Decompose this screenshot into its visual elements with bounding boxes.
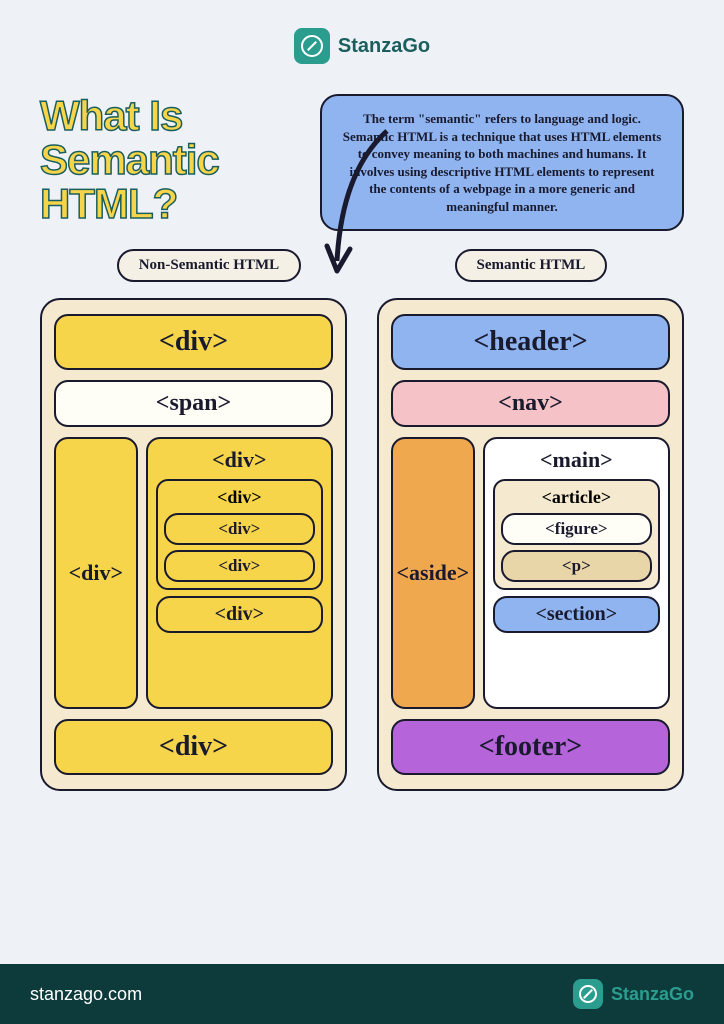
semantic-aside: <aside> [391,437,475,709]
semantic-section: <section> [493,596,660,633]
nonsemantic-div-bottom: <div> [54,719,333,775]
nonsemantic-div-top: <div> [54,314,333,370]
label-semantic: Semantic HTML [455,249,608,282]
footer-brand: StanzaGo [611,984,694,1005]
nonsemantic-group: <div> <div> <div> <div> <div> [146,437,333,709]
nonsemantic-group-title: <div> [156,447,323,473]
semantic-main: <main> <article> <figure> <p> <section> [483,437,670,709]
nonsemantic-inner-div2: <div> [164,550,315,582]
footer-logo: StanzaGo [573,979,694,1009]
logo-icon [294,28,330,64]
semantic-header: <header> [391,314,670,370]
semantic-nav: <nav> [391,380,670,427]
label-nonsemantic: Non-Semantic HTML [117,249,301,282]
semantic-main-title: <main> [493,447,660,473]
nonsemantic-inner-title: <div> [164,487,315,508]
panel-semantic: <header> <nav> <aside> <main> <article> … [377,298,684,791]
nonsemantic-group-bottom: <div> [156,596,323,633]
footer-logo-icon [573,979,603,1009]
nonsemantic-span: <span> [54,380,333,427]
semantic-article: <article> <figure> <p> [493,479,660,590]
semantic-footer: <footer> [391,719,670,775]
nonsemantic-inner-div1: <div> [164,513,315,545]
panel-nonsemantic: <div> <span> <div> <div> <div> <div> <di… [40,298,347,791]
semantic-p: <p> [501,550,652,582]
page-title: What Is Semantic HTML? [40,94,300,226]
semantic-figure: <figure> [501,513,652,545]
footer-bar: stanzago.com StanzaGo [0,964,724,1024]
nonsemantic-inner-group: <div> <div> <div> [156,479,323,590]
nonsemantic-div-side: <div> [54,437,138,709]
semantic-article-title: <article> [501,487,652,508]
footer-url: stanzago.com [30,984,142,1005]
brand-name: StanzaGo [338,35,430,58]
description-box: The term "semantic" refers to language a… [320,94,684,231]
header-logo: StanzaGo [0,0,724,64]
